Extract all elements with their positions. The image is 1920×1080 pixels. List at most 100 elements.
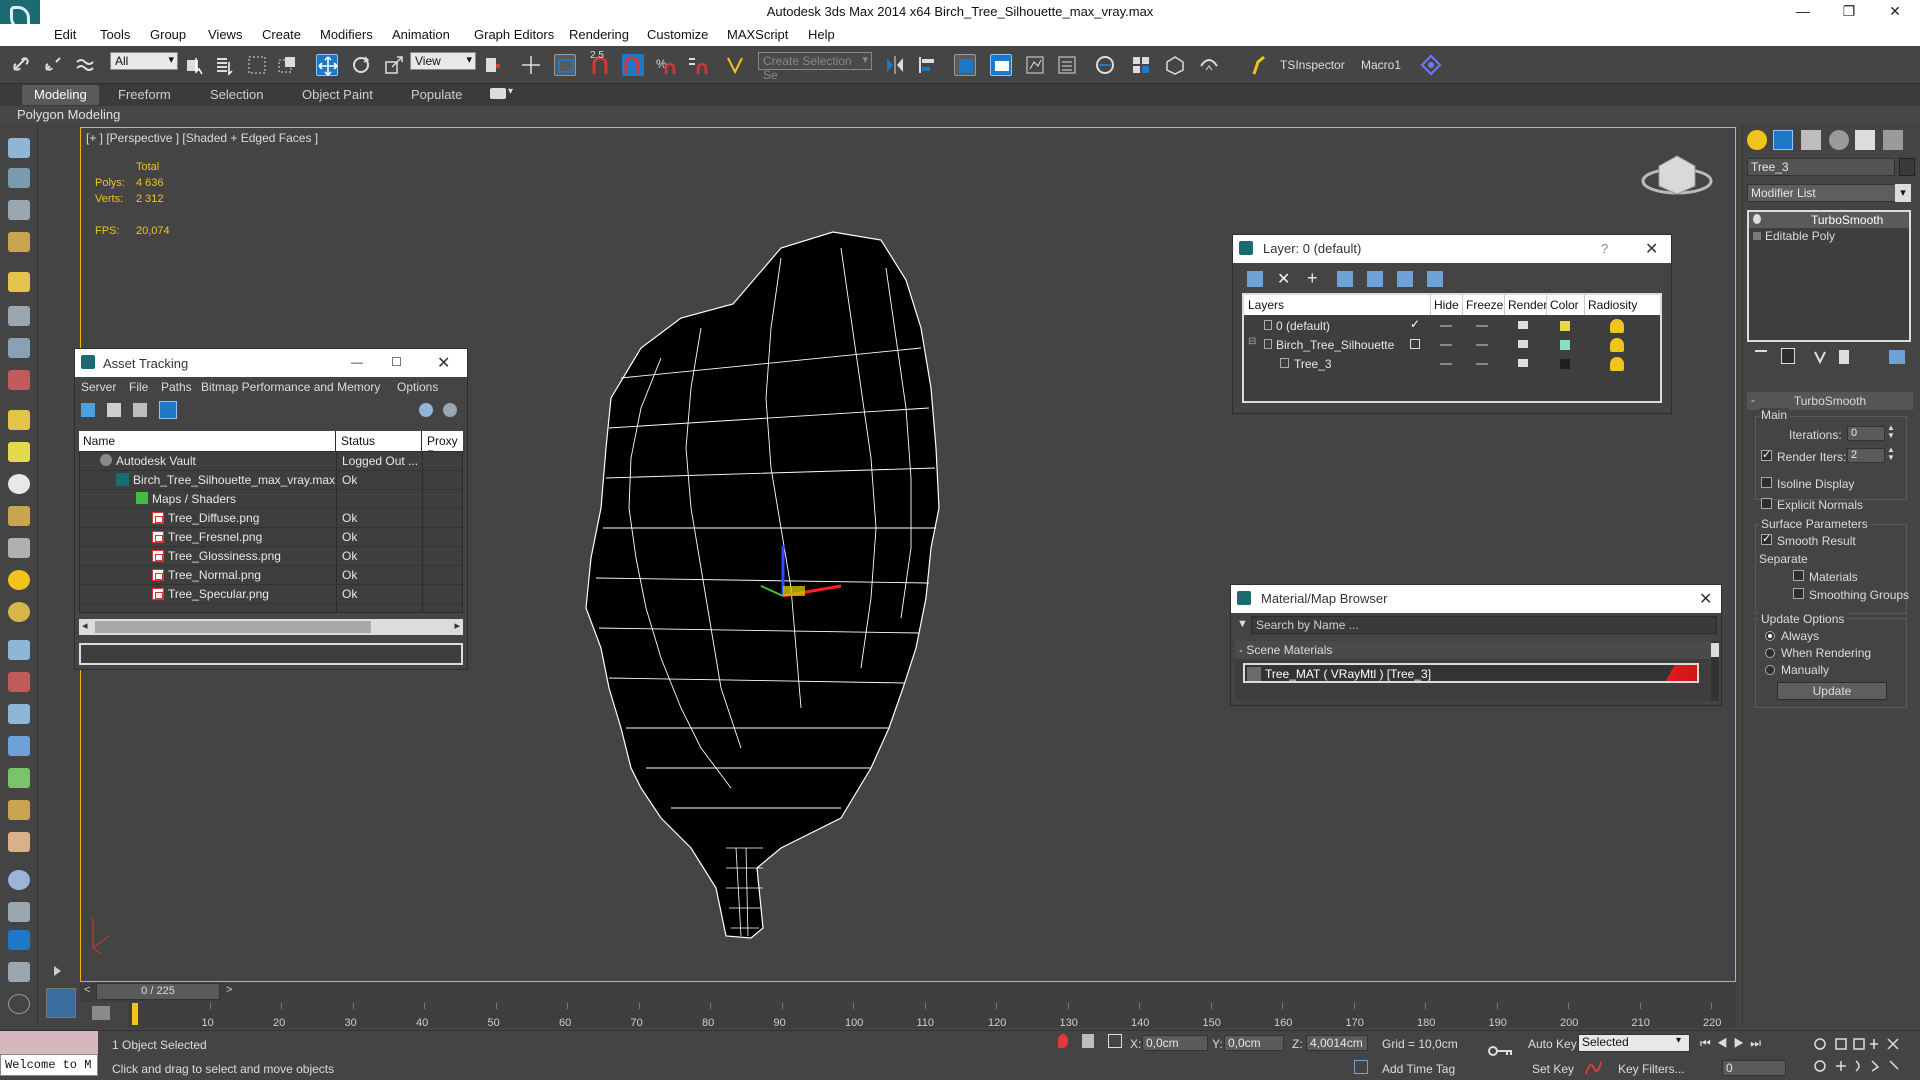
collapse-icon[interactable]: ⊟ bbox=[1248, 336, 1256, 347]
table-row[interactable]: 0 (default) ✓ bbox=[1244, 317, 1660, 336]
table-row[interactable]: Tree_Diffuse.png Ok bbox=[80, 509, 462, 528]
hair-brush-icon[interactable] bbox=[8, 800, 30, 820]
render-iters-checkbox[interactable] bbox=[1761, 448, 1772, 461]
track-bar-toggle-icon[interactable] bbox=[92, 1006, 110, 1020]
configure-sets-icon[interactable] bbox=[1889, 350, 1905, 364]
cone-icon[interactable] bbox=[8, 538, 30, 558]
key-filters-button[interactable]: Key Filters... bbox=[1618, 1062, 1685, 1076]
align-icon[interactable] bbox=[916, 54, 938, 76]
settings-icon[interactable] bbox=[443, 403, 457, 417]
tab-modeling[interactable]: Modeling bbox=[22, 85, 99, 105]
asset-path-field[interactable] bbox=[79, 643, 463, 665]
edit-named-selection-icon[interactable] bbox=[724, 54, 746, 76]
rectangle-selection-icon[interactable] bbox=[246, 54, 268, 76]
layer-explorer-icon[interactable] bbox=[990, 54, 1012, 76]
asset-menu-paths[interactable]: Paths bbox=[161, 380, 192, 394]
file-icon[interactable] bbox=[8, 962, 30, 982]
menu-modifiers[interactable]: Modifiers bbox=[320, 27, 373, 42]
menu-customize[interactable]: Customize bbox=[647, 27, 708, 42]
render-frame-icon[interactable] bbox=[1198, 54, 1220, 76]
minimize-button[interactable]: — bbox=[1780, 0, 1826, 24]
named-selection-set-dropdown[interactable]: Create Selection Se bbox=[758, 52, 872, 82]
make-unique-icon[interactable] bbox=[1813, 350, 1827, 365]
ribbon-options-chevron-icon[interactable]: ▾ bbox=[508, 86, 513, 97]
modifier-expand-icon[interactable] bbox=[1753, 232, 1761, 240]
teapot-icon[interactable] bbox=[8, 138, 30, 158]
add-to-layer-icon[interactable]: + bbox=[1307, 268, 1318, 289]
create-tab-icon[interactable] bbox=[1747, 130, 1767, 150]
table-row[interactable]: Tree_Glossiness.png Ok bbox=[80, 547, 462, 566]
box-icon[interactable] bbox=[8, 410, 30, 430]
pin-stack-icon[interactable] bbox=[1755, 350, 1767, 362]
render-toggle-icon[interactable] bbox=[1518, 359, 1528, 367]
table-row[interactable]: Autodesk Vault Logged Out ... bbox=[80, 452, 462, 471]
when-rendering-radio[interactable] bbox=[1765, 648, 1775, 658]
highlight-layer-icon[interactable] bbox=[1367, 271, 1383, 287]
dynamics-icon[interactable] bbox=[8, 672, 30, 692]
motion-tab-icon[interactable] bbox=[1829, 130, 1849, 150]
radiosity-icon[interactable] bbox=[1610, 357, 1624, 371]
pivot-center-icon[interactable] bbox=[482, 54, 504, 76]
geosphere-icon[interactable] bbox=[8, 602, 30, 622]
set-key-curve-icon[interactable] bbox=[1584, 1058, 1602, 1076]
hide-all-icon[interactable] bbox=[1397, 271, 1413, 287]
col-hide[interactable]: Hide bbox=[1434, 298, 1459, 312]
radiosity-icon[interactable] bbox=[1610, 338, 1624, 352]
freeze-toggle-icon[interactable] bbox=[1476, 325, 1488, 327]
help-icon[interactable] bbox=[8, 994, 30, 1014]
vertical-scrollbar[interactable] bbox=[1711, 641, 1719, 701]
menu-animation[interactable]: Animation bbox=[392, 27, 450, 42]
col-freeze[interactable]: Freeze bbox=[1466, 298, 1503, 312]
freeze-toggle-icon[interactable] bbox=[1476, 344, 1488, 346]
menu-maxscript[interactable]: MAXScript bbox=[727, 27, 788, 42]
menu-create[interactable]: Create bbox=[262, 27, 301, 42]
object-color-swatch[interactable] bbox=[1899, 158, 1915, 176]
viewport-nav-icon[interactable] bbox=[1812, 1036, 1912, 1076]
material-search-input[interactable]: Search by Name ... bbox=[1251, 616, 1717, 634]
modifier-on-icon[interactable] bbox=[1753, 214, 1761, 224]
key-set-dropdown[interactable]: Selected bbox=[1578, 1034, 1690, 1052]
frame-indicator[interactable] bbox=[132, 1003, 138, 1025]
close-icon[interactable]: ✕ bbox=[437, 353, 450, 373]
isoline-checkbox[interactable] bbox=[1761, 477, 1772, 488]
render-setup-icon[interactable] bbox=[1164, 54, 1186, 76]
layer-color-swatch[interactable] bbox=[1560, 340, 1570, 350]
isolate-selection-icon[interactable] bbox=[1058, 1034, 1068, 1048]
menu-graph-editors[interactable]: Graph Editors bbox=[474, 27, 554, 42]
freeze-toggle-icon[interactable] bbox=[1476, 363, 1488, 365]
table-row[interactable]: Tree_Fresnel.png Ok bbox=[80, 528, 462, 547]
col-layers[interactable]: Layers bbox=[1248, 298, 1284, 312]
helper-icon[interactable] bbox=[8, 338, 30, 358]
show-end-result-icon[interactable] bbox=[1781, 348, 1795, 364]
grid-view-icon[interactable] bbox=[159, 401, 177, 419]
browser-options-icon[interactable]: ▼ bbox=[1237, 618, 1248, 630]
globe-icon[interactable] bbox=[8, 870, 30, 890]
render-iters-spinner[interactable]: 2 bbox=[1847, 448, 1885, 463]
stack-item-editable-poly[interactable]: Editable Poly bbox=[1749, 228, 1909, 244]
link-icon[interactable] bbox=[10, 54, 32, 76]
menu-views[interactable]: Views bbox=[208, 27, 242, 42]
spinner-snap-icon[interactable] bbox=[686, 54, 708, 76]
next-frame-icon[interactable]: > bbox=[226, 984, 232, 996]
table-row[interactable]: Tree_Normal.png Ok bbox=[80, 566, 462, 585]
hide-toggle-icon[interactable] bbox=[1440, 344, 1452, 346]
render-toggle-icon[interactable] bbox=[1518, 340, 1528, 348]
update-button[interactable]: Update bbox=[1777, 682, 1887, 700]
delete-layer-icon[interactable]: ✕ bbox=[1277, 269, 1290, 289]
frame-counter[interactable]: 0 / 225 bbox=[96, 983, 220, 1000]
render-icon[interactable] bbox=[8, 168, 30, 188]
time-tag-icon[interactable] bbox=[1354, 1060, 1368, 1074]
smoothing-groups-checkbox[interactable] bbox=[1793, 588, 1804, 599]
plant-icon[interactable] bbox=[8, 768, 30, 788]
selection-filter-dropdown[interactable]: All bbox=[110, 52, 178, 70]
tab-freeform[interactable]: Freeform bbox=[118, 87, 171, 102]
select-and-rotate-icon[interactable] bbox=[350, 54, 372, 76]
iterations-spinner[interactable]: 0 bbox=[1847, 426, 1885, 441]
modifier-list-dropdown[interactable]: Modifier List bbox=[1747, 184, 1911, 202]
maxscript-listener[interactable]: Welcome to M bbox=[0, 1031, 98, 1073]
close-button[interactable]: ✕ bbox=[1872, 0, 1918, 24]
sun-icon[interactable] bbox=[8, 570, 30, 590]
track-bar[interactable]: 10 20 30 40 50 60 70 80 90 100 110 120 130 140 150 160 1… bbox=[128, 1003, 1736, 1029]
close-icon[interactable]: ✕ bbox=[1699, 589, 1712, 609]
maxscript-input[interactable]: Welcome to M bbox=[0, 1054, 98, 1076]
